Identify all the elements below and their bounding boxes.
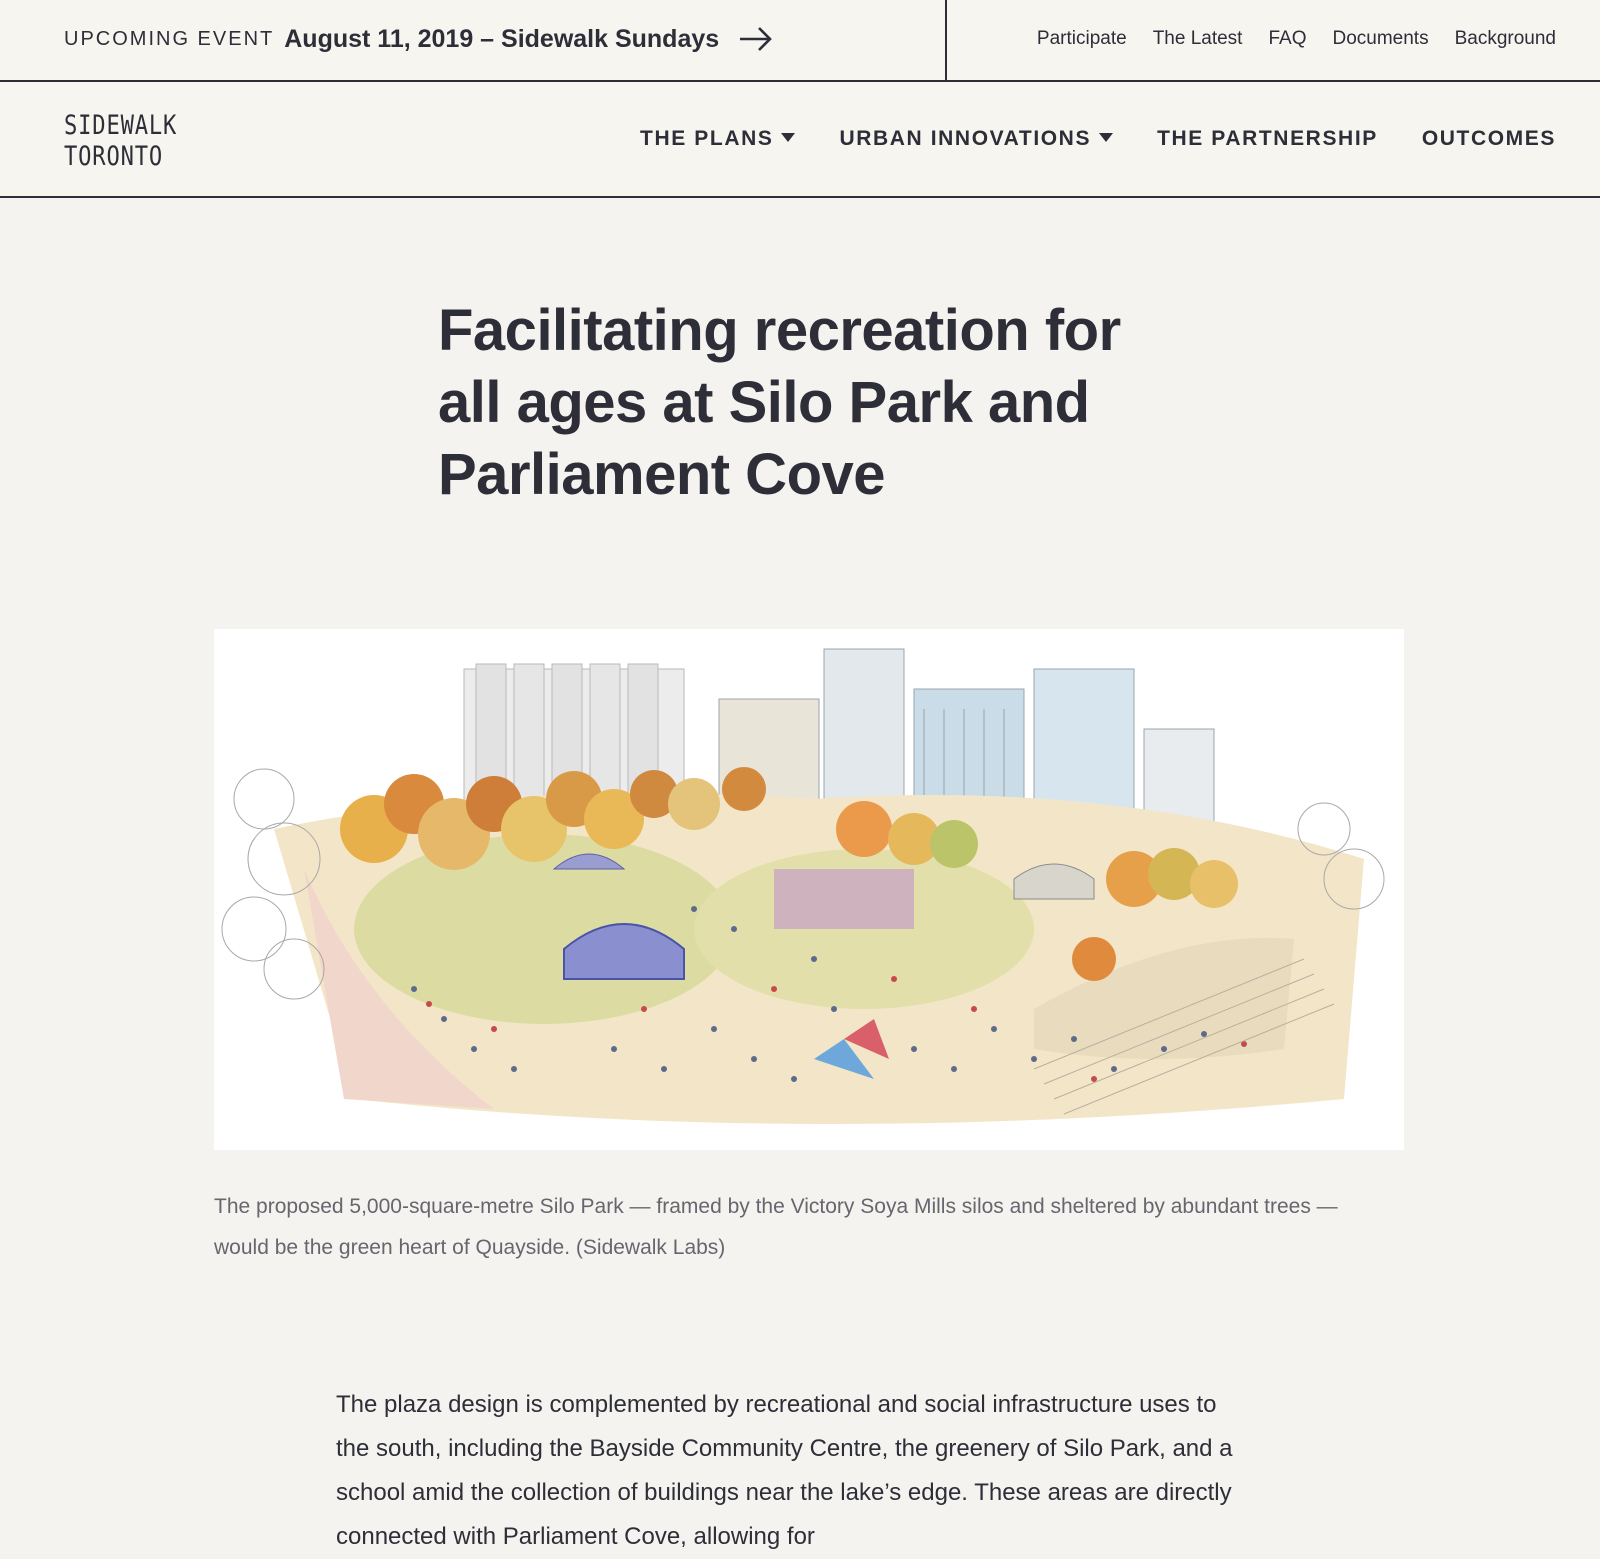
util-nav-participate[interactable]: Participate [1037, 28, 1127, 50]
article-headline: Facilitating recreation for all ages at … [438, 298, 1121, 507]
nav-urban-innovations-label: URBAN INNOVATIONS [839, 127, 1092, 150]
nav-outcomes-label: OUTCOMES [1421, 127, 1556, 150]
nav-the-plans-label: THE PLANS [640, 127, 774, 150]
utility-bar: UPCOMING EVENT August 11, 2019 – Sidewal… [0, 0, 1600, 82]
logo-line-1: SIDEWALK [64, 110, 178, 141]
caret-down-icon [1099, 132, 1114, 142]
upcoming-event-link[interactable]: UPCOMING EVENT August 11, 2019 – Sidewal… [64, 0, 944, 78]
image-caption: The proposed 5,000-square-metre Silo Par… [214, 1195, 1338, 1259]
nav-the-plans[interactable]: THE PLANS [640, 127, 796, 151]
util-nav-background[interactable]: Background [1455, 28, 1556, 50]
util-nav-faq[interactable]: FAQ [1268, 28, 1306, 50]
event-label: UPCOMING EVENT [64, 27, 275, 50]
main-nav: THE PLANS URBAN INNOVATIONS THE PARTNERS… [640, 82, 1556, 196]
topbar-divider [945, 0, 947, 80]
util-nav-documents[interactable]: Documents [1332, 28, 1428, 50]
arrow-right-icon[interactable] [739, 26, 773, 52]
utility-nav: Participate The Latest FAQ Documents Bac… [1037, 0, 1556, 78]
nav-the-partnership[interactable]: THE PARTNERSHIP [1157, 127, 1378, 151]
hero-illustration [214, 629, 1404, 1150]
event-title[interactable]: August 11, 2019 – Sidewalk Sundays [284, 25, 719, 54]
main-header: SIDEWALK TORONTO THE PLANS URBAN INNOVAT… [0, 82, 1600, 198]
caret-down-icon [781, 132, 796, 142]
site-logo[interactable]: SIDEWALK TORONTO [64, 110, 178, 172]
util-nav-the-latest[interactable]: The Latest [1153, 28, 1243, 50]
article-body: The plaza design is complemented by recr… [336, 1391, 1233, 1550]
nav-urban-innovations[interactable]: URBAN INNOVATIONS [839, 127, 1114, 151]
logo-line-2: TORONTO [64, 141, 164, 172]
nav-outcomes[interactable]: OUTCOMES [1422, 127, 1556, 151]
nav-the-partnership-label: THE PARTNERSHIP [1157, 127, 1378, 150]
